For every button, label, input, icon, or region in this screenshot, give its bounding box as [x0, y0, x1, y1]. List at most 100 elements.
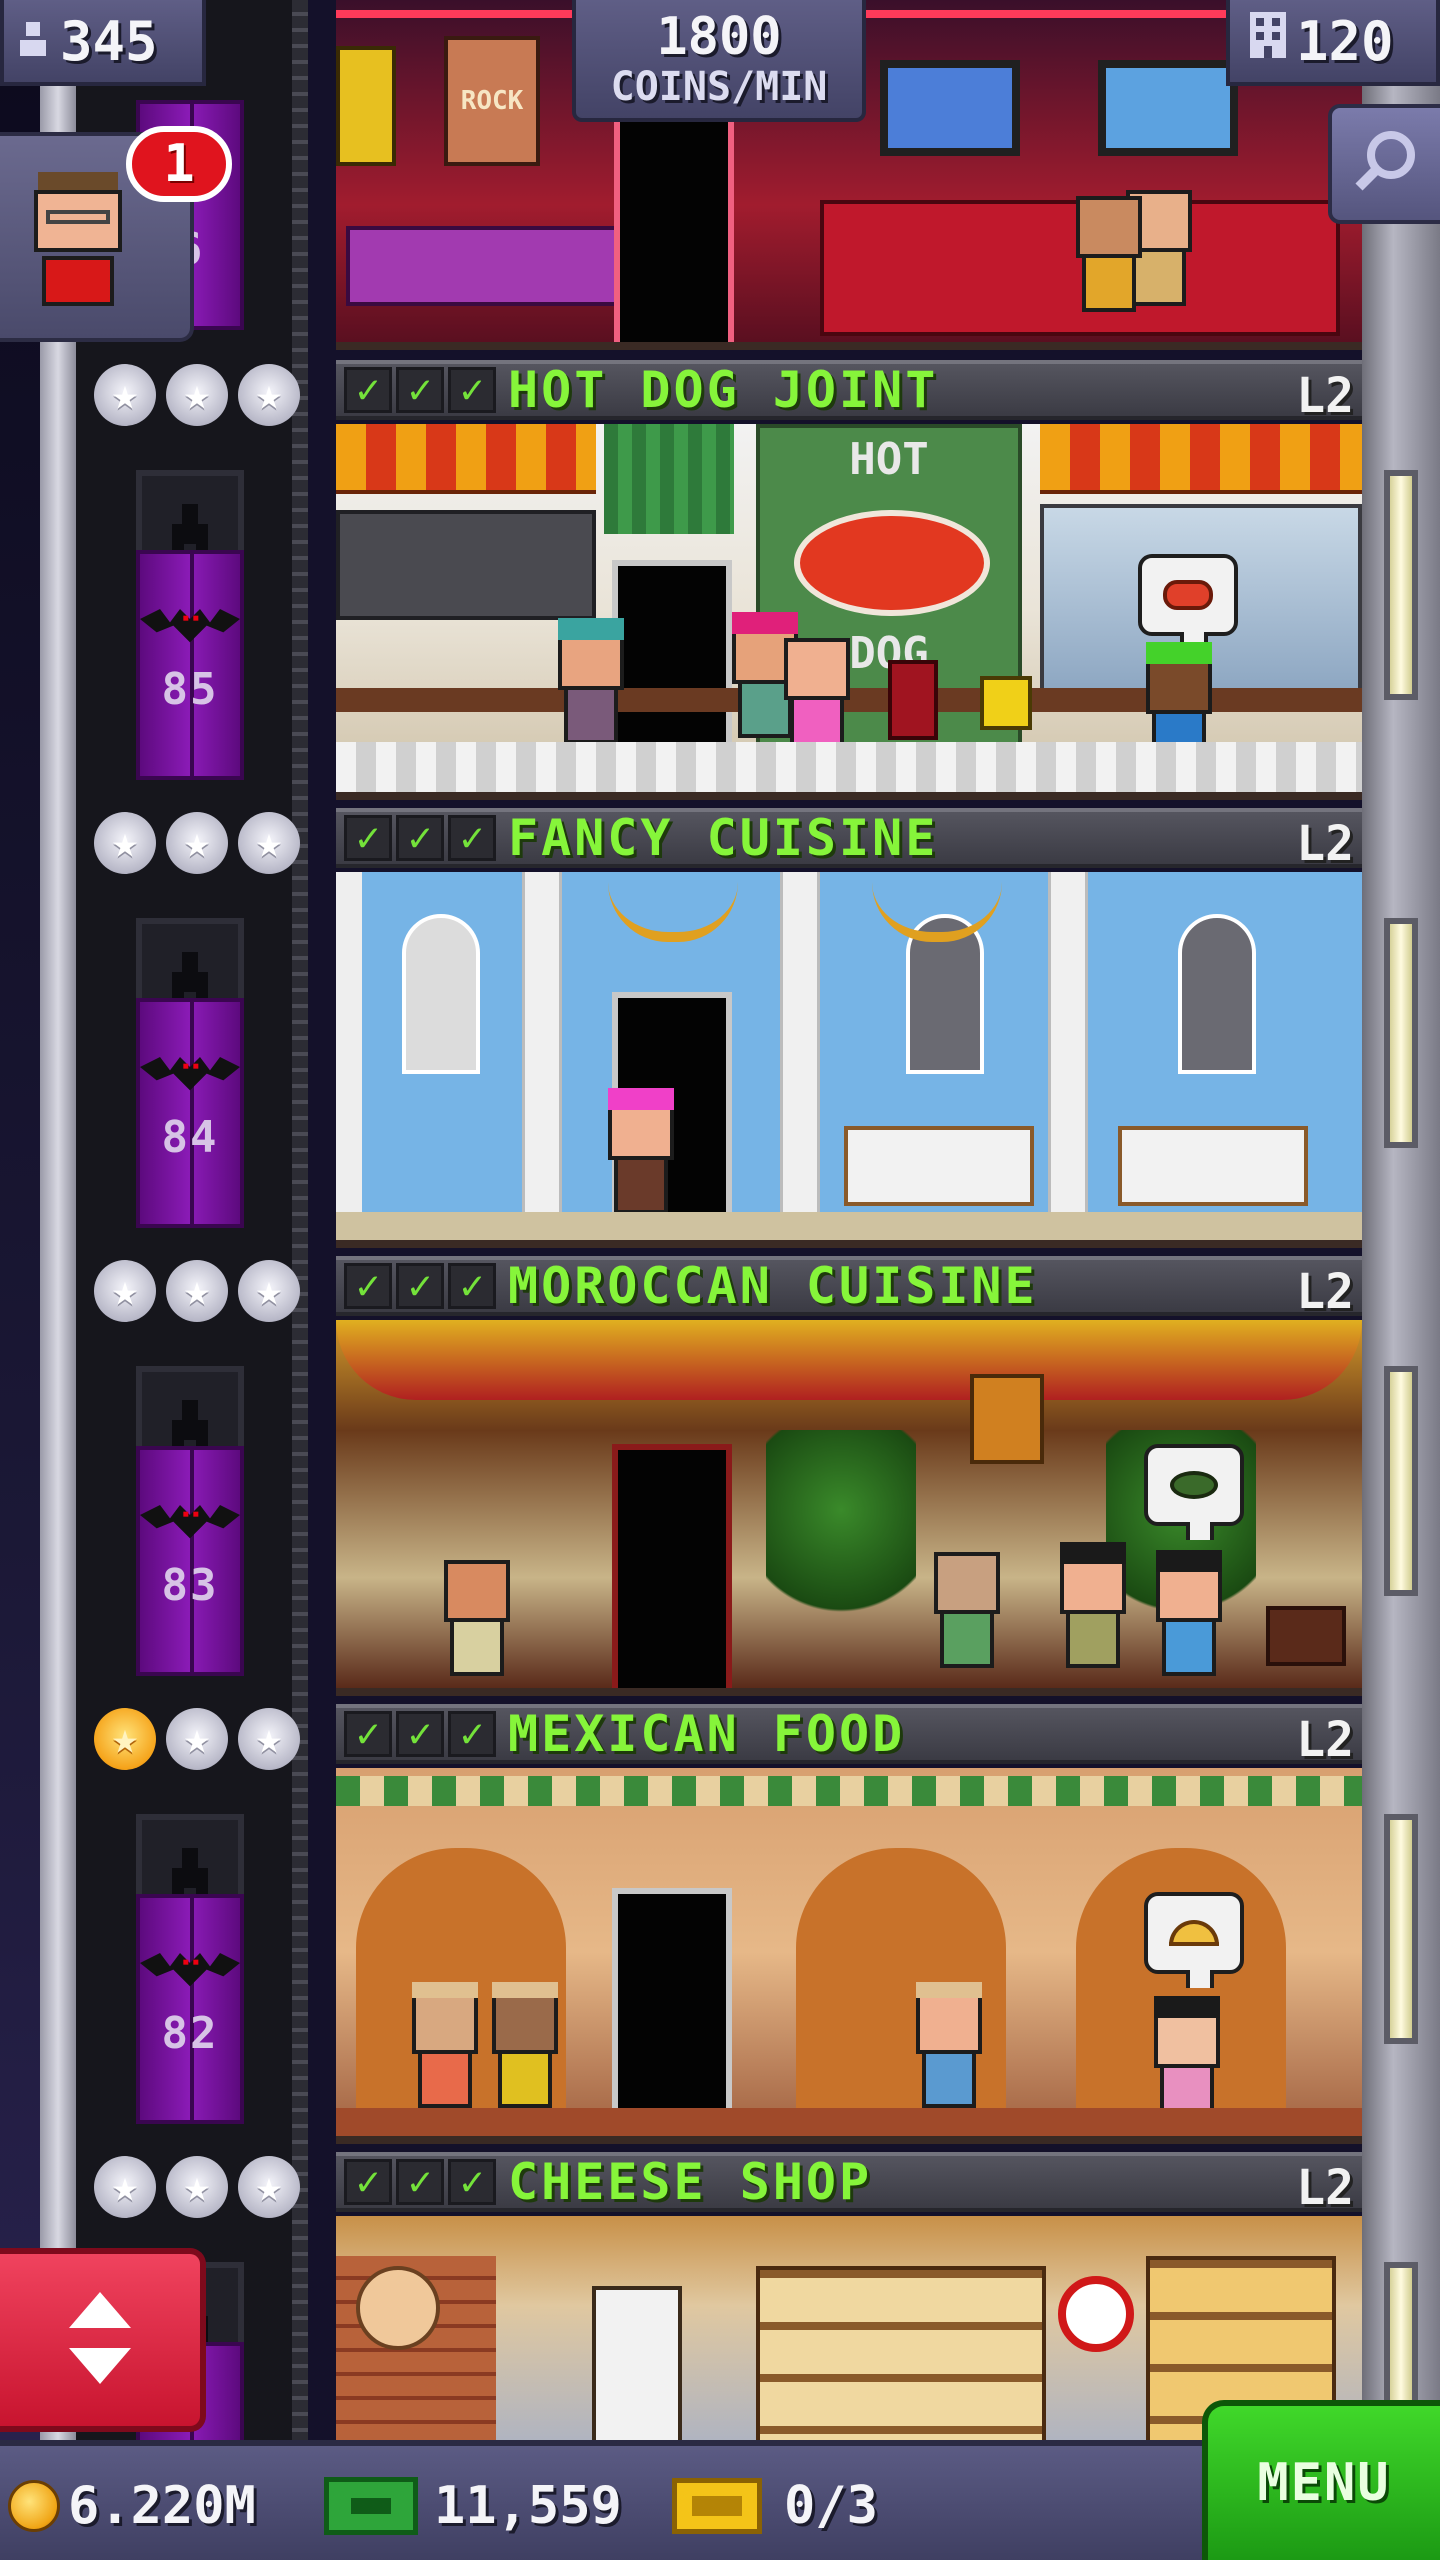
check-icon: ✓: [448, 1711, 496, 1757]
building-window: [1384, 1814, 1418, 2044]
check-icon: ✓: [396, 1711, 444, 1757]
elevator-car[interactable]: 85: [90, 400, 290, 840]
floor-name: MEXICAN FOOD: [508, 1705, 906, 1763]
floor-header: ✓ ✓ ✓ HOT DOG JOINT L2: [336, 360, 1362, 424]
guest-person[interactable]: [1154, 1996, 1220, 2122]
guest-person[interactable]: [492, 1982, 558, 2108]
thought-bubble: [1144, 1892, 1244, 1988]
bux-balance[interactable]: 11,559: [324, 2468, 622, 2544]
tickets-value: 0/3: [784, 2476, 878, 2536]
floor-counter[interactable]: 120: [1226, 0, 1440, 86]
guest-person[interactable]: [1076, 196, 1142, 312]
floor-checks: ✓ ✓ ✓: [344, 1263, 496, 1309]
record-decor: [336, 46, 396, 166]
palm-plant: [766, 1430, 916, 1630]
awning: [1040, 424, 1362, 494]
hotdog-plate: [794, 510, 990, 616]
coins-rate-display[interactable]: 1800 COINS/MIN: [572, 0, 866, 122]
elevator-car[interactable]: 83: [90, 1296, 290, 1736]
check-icon: ✓: [396, 1263, 444, 1309]
coins-rate-value: 1800: [656, 7, 782, 67]
dining-table: [844, 1126, 1034, 1206]
lantern: [970, 1374, 1044, 1464]
coins-balance[interactable]: 6.220M: [8, 2468, 256, 2544]
floor-name: CHEESE SHOP: [508, 2153, 873, 2211]
guest-person[interactable]: [444, 1560, 510, 1676]
lamp-table: [1266, 1606, 1346, 1666]
floor-boards: [336, 1212, 1362, 1240]
green-curtain: [604, 424, 734, 534]
floor-door: [614, 114, 734, 342]
rock-sign: ROCK: [444, 36, 540, 166]
elevator-floor-number: 84: [161, 1112, 219, 1163]
check-icon: ✓: [344, 1711, 392, 1757]
people-icon: [14, 10, 52, 73]
floor-tiles: [336, 2108, 1362, 2136]
floor-level: L2: [1296, 2160, 1354, 2216]
check-icon: ✓: [396, 367, 444, 413]
chandelier: [608, 872, 738, 942]
bat-icon: [140, 1948, 240, 1988]
population-value: 345: [60, 9, 158, 73]
guest-person[interactable]: [934, 1552, 1000, 1668]
elevator-floor-number: 85: [161, 664, 219, 715]
check-icon: ✓: [448, 2159, 496, 2205]
check-icon: ✓: [344, 1263, 392, 1309]
bowl-icon: [1170, 1471, 1218, 1499]
hotdog-icon: [1163, 580, 1213, 610]
elevator-scroll-button[interactable]: [0, 2248, 206, 2432]
chandelier: [872, 872, 1002, 942]
check-icon: ✓: [448, 367, 496, 413]
menu-button[interactable]: MENU: [1202, 2400, 1440, 2560]
guest-person[interactable]: [1156, 1550, 1222, 1676]
column: [1048, 872, 1088, 1240]
floor-checks: ✓ ✓ ✓: [344, 1711, 496, 1757]
building-window: [1384, 918, 1418, 1148]
check-icon: ✓: [396, 815, 444, 861]
building-right-edge: [1362, 0, 1440, 2440]
guest-person[interactable]: [1060, 1542, 1126, 1668]
elevator-car[interactable]: 84: [90, 848, 290, 1288]
food-shelf: [336, 510, 596, 620]
floor-checks: ✓ ✓ ✓: [344, 815, 496, 861]
thought-bubble: [1144, 1444, 1244, 1540]
check-icon: ✓: [396, 2159, 444, 2205]
red-chair: [888, 660, 938, 740]
floor-checks: ✓ ✓ ✓: [344, 367, 496, 413]
cheese-shelf: [592, 2286, 682, 2440]
guest-person[interactable]: [608, 1088, 674, 1214]
notification-badge: 1: [126, 126, 232, 202]
bat-icon: [140, 1052, 240, 1092]
floor-scene: [336, 872, 1362, 1248]
bux-value: 11,559: [434, 2476, 622, 2536]
floor-scene: HOT DOG: [336, 424, 1362, 800]
tv-screen: [880, 60, 1020, 156]
coin-icon: [8, 2480, 60, 2532]
guest-person[interactable]: [558, 618, 624, 744]
check-icon: ✓: [448, 1263, 496, 1309]
population-counter[interactable]: 345: [0, 0, 206, 86]
coins-value: 6.220M: [68, 2476, 256, 2536]
ticket-icon: [672, 2478, 762, 2534]
guest-person[interactable]: [916, 1982, 982, 2108]
no-sign: [1058, 2276, 1134, 2352]
bat-icon: [140, 1500, 240, 1540]
floor-tiles: [336, 742, 1362, 792]
elevator-car[interactable]: 82: [90, 1744, 290, 2184]
bux-icon: [324, 2477, 418, 2535]
thought-bubble: [1138, 554, 1238, 650]
floor-header: ✓ ✓ ✓ MEXICAN FOOD L2: [336, 1704, 1362, 1768]
elevator-floor-number: 83: [161, 1560, 219, 1611]
guest-person[interactable]: [412, 1982, 478, 2108]
building-icon: [1248, 10, 1288, 73]
golden-tickets[interactable]: 0/3: [672, 2468, 878, 2544]
wall-trim: [336, 1776, 1362, 1806]
bat-icon: [140, 604, 240, 644]
search-button[interactable]: [1328, 104, 1440, 224]
floor-level: L2: [1296, 1712, 1354, 1768]
column: [336, 872, 362, 1240]
awning: [336, 424, 596, 494]
guest-person[interactable]: [784, 638, 850, 754]
building-window: [1384, 1366, 1418, 1596]
floor-name: MOROCCAN CUISINE: [508, 1257, 1038, 1315]
